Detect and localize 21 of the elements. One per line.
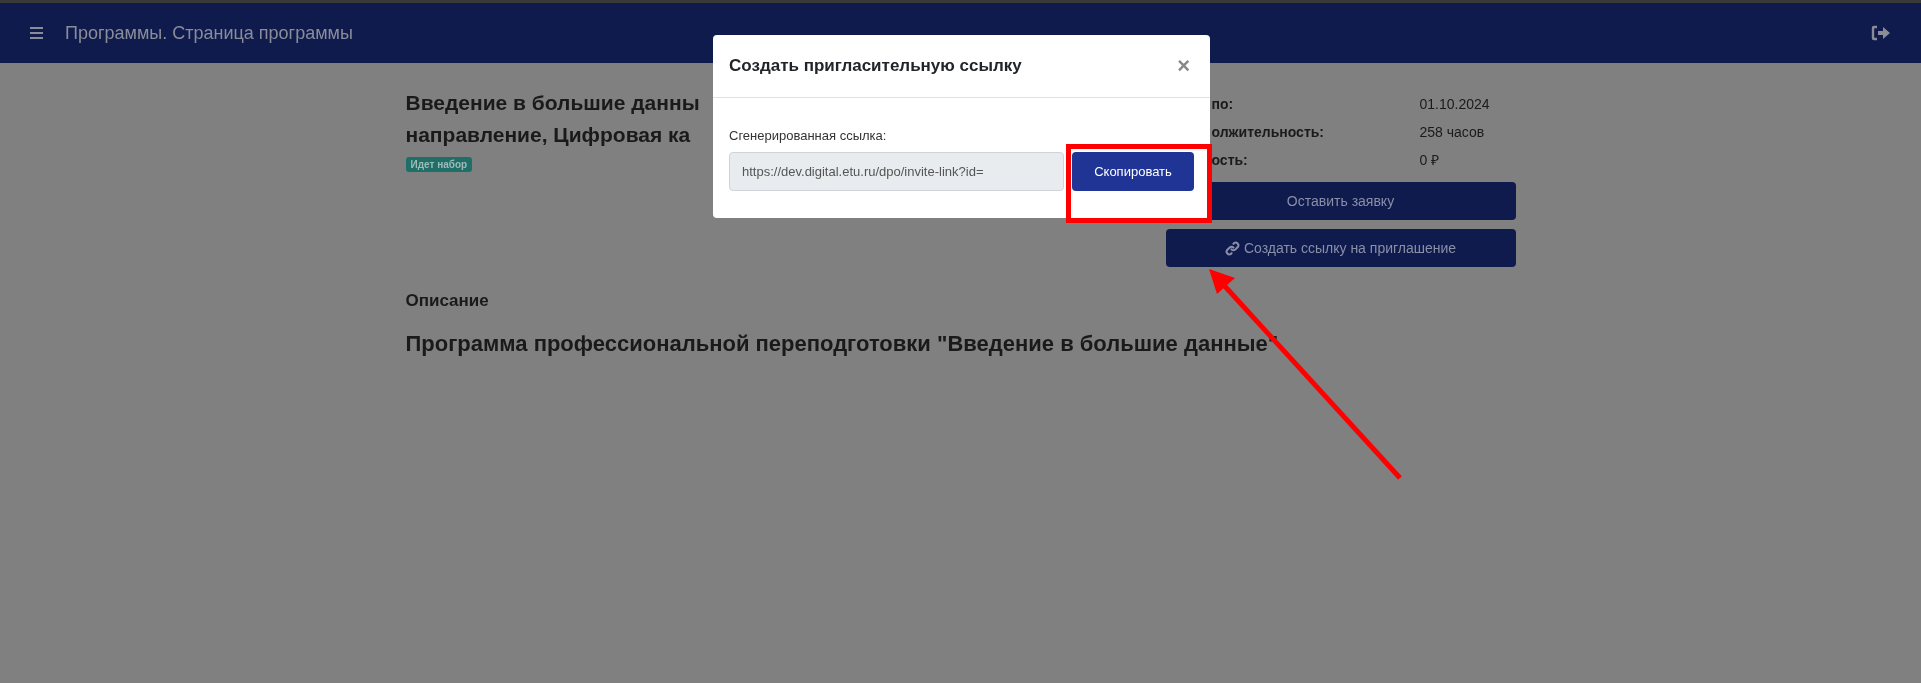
copy-button[interactable]: Скопировать <box>1072 152 1194 191</box>
logout-icon[interactable] <box>1871 25 1891 41</box>
section-heading: Описание <box>405 291 490 311</box>
description-text: Программа профессиональной переподготовки "Введение в большие данные" <box>405 331 1280 357</box>
info-value: 01.10.2024 <box>1419 95 1490 114</box>
info-value: 0 ₽ <box>1419 151 1440 170</box>
modal-title: Создать пригласительную ссылку <box>729 56 1022 76</box>
menu-icon[interactable] <box>30 27 43 39</box>
info-label: по: <box>1211 95 1235 114</box>
page-title: Программы. Страница программы <box>65 22 354 44</box>
field-label: Сгенерированная ссылка: <box>729 128 888 143</box>
info-label: олжительность: <box>1211 123 1325 142</box>
program-title: Введение в большие данны <box>405 90 700 116</box>
program-title: направление, Цифровая ка <box>405 122 692 148</box>
link-icon <box>1224 240 1240 256</box>
status-badge: Идет набор <box>405 157 473 172</box>
link-field[interactable]: https://dev.digital.etu.ru/dpo/invite-link?id= <box>729 152 1064 191</box>
info-label: ость: <box>1211 151 1249 170</box>
create-link-button[interactable]: Создать ссылку на приглашение <box>1165 229 1516 267</box>
info-value: 258 часов <box>1419 123 1485 142</box>
close-button[interactable]: × <box>1173 53 1194 79</box>
